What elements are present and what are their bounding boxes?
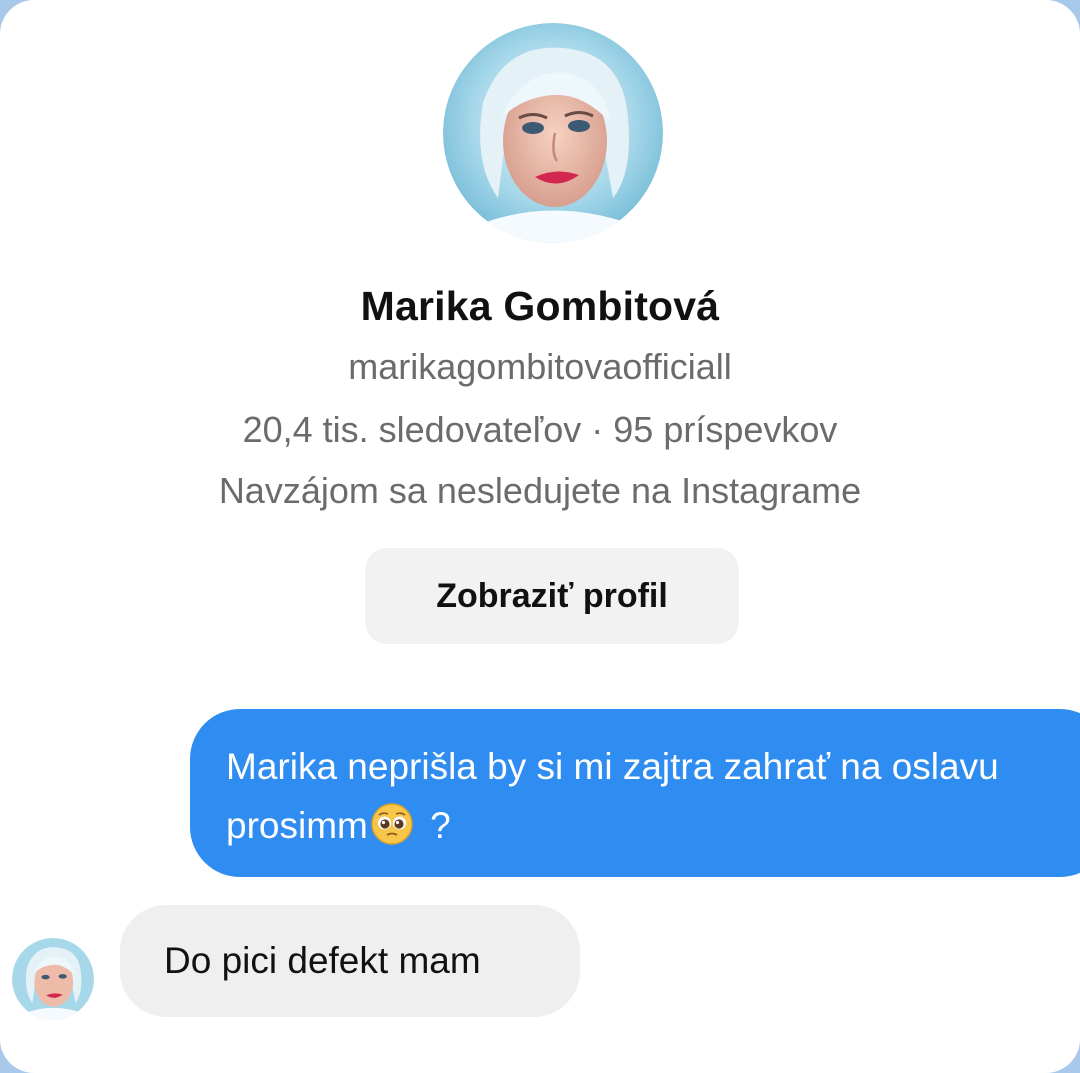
profile-avatar[interactable] [443,23,663,243]
pleading-face-emoji-icon [371,803,413,845]
avatar-portrait-image [443,23,663,243]
profile-name: Marika Gombitová [360,283,720,329]
sender-avatar-image [12,938,94,1020]
sent-message-bubble[interactable]: Marika neprišla by si mi zajtra zahrať n… [190,709,1080,877]
received-message-bubble[interactable]: Do pici defekt mam [120,905,580,1017]
profile-stats: 20,4 tis. sledovateľov · 95 príspevkov [242,409,838,450]
chat-screen: Marika Gombitová marikagombitovaofficial… [0,0,1080,1073]
profile-username: marikagombitovaofficiall [348,346,732,387]
sent-message-text-end: ? [419,805,451,846]
received-message-text: Do pici defekt mam [164,940,481,981]
mutual-follow-status: Navzájom sa nesledujete na Instagrame [218,470,862,511]
sent-message-text: Marika neprišla by si mi zajtra zahrať n… [226,746,999,846]
sender-avatar[interactable] [12,938,94,1020]
view-profile-button[interactable]: Zobraziť profil [365,548,739,644]
